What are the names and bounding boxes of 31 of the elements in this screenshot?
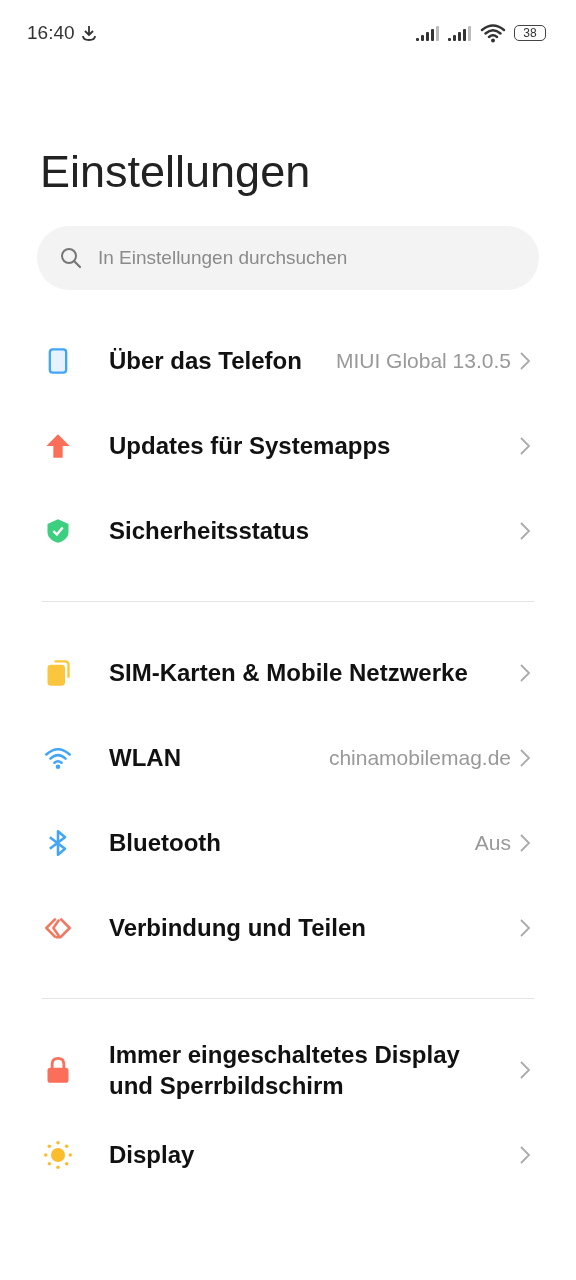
settings-item[interactable]: Verbindung und Teilen: [0, 885, 576, 970]
chevron-icon: [519, 832, 531, 853]
search-field[interactable]: In Einstellungen durchsuchen: [37, 226, 539, 290]
wifi-icon: [480, 23, 506, 43]
chevron-icon: [519, 520, 531, 541]
chevron-icon: [519, 1144, 531, 1165]
settings-item[interactable]: Immer eingeschaltetes Display und Sperrbildschirm: [0, 1027, 576, 1112]
settings-item[interactable]: Display: [0, 1112, 576, 1197]
search-icon: [59, 246, 83, 270]
settings-item[interactable]: Über das Telefon MIUI Global 13.0.5: [0, 318, 576, 403]
chevron-icon: [519, 350, 531, 371]
download-icon: [80, 25, 97, 41]
item-value: Aus: [474, 830, 511, 855]
chevron-icon: [519, 917, 531, 938]
battery-level: 38: [514, 25, 546, 41]
settings-item[interactable]: SIM-Karten & Mobile Netzwerke: [0, 630, 576, 715]
settings-item[interactable]: WLAN chinamobilemag.de: [0, 715, 576, 800]
item-value: MIUI Global 13.0.5: [335, 348, 511, 373]
chevron-icon: [519, 747, 531, 768]
chevron-icon: [519, 662, 531, 683]
signal-icon: [416, 25, 442, 41]
settings-item[interactable]: Bluetooth Aus: [0, 800, 576, 885]
clock-time: 16:40: [27, 22, 75, 44]
page-title: Einstellungen: [40, 145, 312, 199]
chevron-icon: [519, 1059, 531, 1080]
chevron-icon: [519, 435, 531, 456]
item-value: chinamobilemag.de: [328, 745, 511, 770]
signal-icon: [448, 25, 474, 41]
settings-item[interactable]: Updates für Systemapps: [0, 403, 576, 488]
settings-item[interactable]: Sicherheitsstatus: [0, 488, 576, 573]
sun-icon: [44, 1140, 72, 1169]
